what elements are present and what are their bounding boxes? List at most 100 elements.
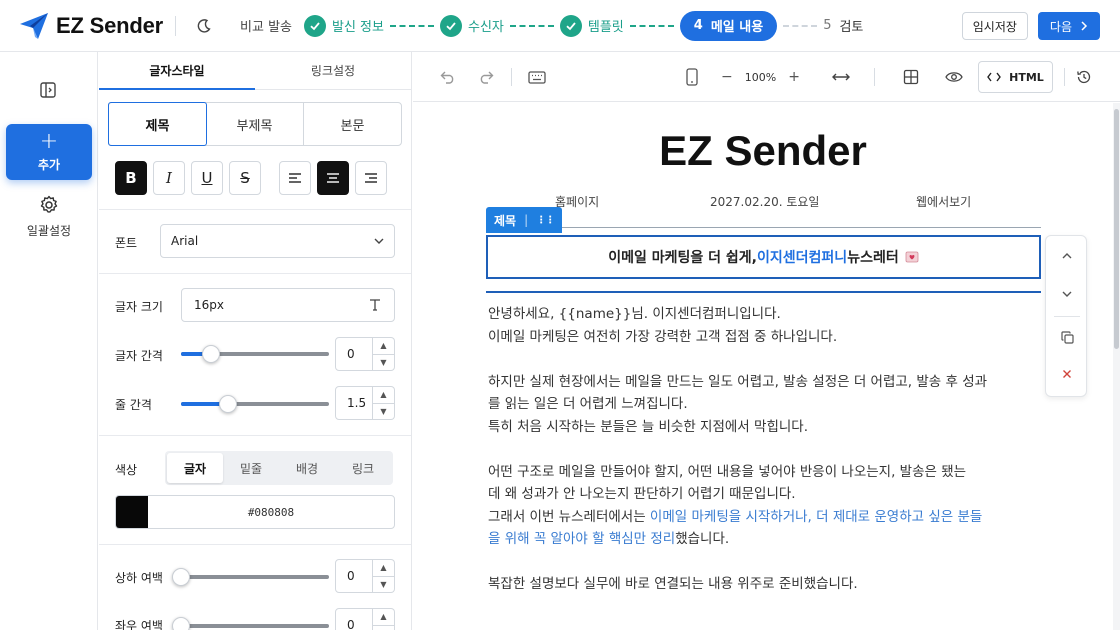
zoom-out-icon[interactable]: − [721,69,733,85]
html-view-button[interactable]: HTML [978,61,1053,93]
slider-handle[interactable] [201,345,220,363]
headline-block[interactable]: 이메일 마케팅을 더 쉽게, 이지센더컴퍼니 뉴스레터 [486,235,1041,279]
italic-button[interactable]: I [153,161,185,195]
stepper-value[interactable]: 0 [335,608,373,630]
bulk-settings-button[interactable]: 일괄설정 [0,194,98,239]
step-mail-content[interactable]: 4 메일 내용 [679,10,778,41]
step-review[interactable]: 5 검토 [823,16,863,35]
homepage-link[interactable]: 홈페이지 [555,193,599,210]
step-label: 메일 내용 [710,20,764,35]
slider-handle[interactable] [172,617,190,630]
divider [175,15,177,36]
align-right-icon [365,173,377,183]
tab-link-settings[interactable]: 링크설정 [255,52,411,89]
font-select[interactable]: Arial [160,224,395,258]
stepper-arrows: ▲ ▼ [373,386,395,420]
increment-icon[interactable]: ▲ [373,387,394,404]
stepper-value[interactable]: 0 [335,559,373,593]
email-title[interactable]: EZ Sender [413,127,1113,175]
undo-button[interactable] [437,66,459,88]
mobile-preview-button[interactable] [681,66,703,88]
line-height-stepper[interactable]: 1.5 ▲ ▼ [335,386,395,420]
close-icon [1063,370,1071,378]
zoom-in-icon[interactable]: + [788,69,800,85]
web-view-link[interactable]: 웹에서보기 [916,193,971,210]
step-template[interactable]: 템플릿 [559,14,624,37]
bulk-label: 일괄설정 [26,224,72,238]
next-button[interactable]: 다음 [1037,12,1100,40]
segment-body[interactable]: 본문 [304,103,401,145]
padding-horizontal-stepper[interactable]: 0 ▲ ▼ [335,608,395,630]
drag-handle-icon[interactable]: ⋮⋮ [536,215,555,226]
body-link[interactable]: 을 위해 꼭 알아야 할 핵심만 정리 [488,531,675,547]
align-right-button[interactable] [355,161,387,195]
line-height-slider[interactable] [181,395,329,413]
slider-handle[interactable] [172,568,190,586]
preview-button[interactable] [943,66,965,88]
color-swatch[interactable] [116,496,148,528]
style-panel: 글자스타일 링크설정 제목 부제목 본문 B I U S 폰트 Arial 글자… [99,52,412,630]
scrollbar-thumb[interactable] [1114,109,1119,349]
keyboard-shortcuts-button[interactable] [526,66,548,88]
padding-horizontal-slider[interactable] [172,617,329,630]
divider [511,68,512,86]
color-tab-text[interactable]: 글자 [167,453,223,483]
color-hex-value[interactable]: #080808 [148,506,394,519]
compare-send-link[interactable]: 비교 발송 [240,16,292,35]
redo-button[interactable] [475,66,497,88]
strikethrough-button[interactable]: S [229,161,261,195]
decrement-icon[interactable]: ▼ [373,355,394,371]
body-line: 어떤 구조로 메일을 만들어야 할지, 어떤 내용을 넣어야 반응이 나오는지,… [488,463,967,480]
step-recipients[interactable]: 수신자 [439,14,504,37]
align-center-icon [327,173,339,183]
padding-vertical-slider[interactable] [172,568,329,586]
increment-icon[interactable]: ▲ [373,338,394,355]
plus-icon: + [39,128,59,154]
stepper-value[interactable]: 0 [335,337,373,371]
add-block-button[interactable]: + 추가 [6,124,92,180]
move-up-button[interactable] [1046,244,1088,268]
zoom-control: − 100% + [721,66,800,88]
save-draft-button[interactable]: 임시저장 [961,12,1028,40]
tab-text-style[interactable]: 글자스타일 [99,52,255,90]
body-link[interactable]: 이메일 마케팅을 시작하거나, 더 제대로 운영하고 싶은 분들 [650,509,982,525]
body-text-block[interactable]: 안녕하세요, {{name}}님. 이지센더컴퍼니입니다. 이메일 마케팅은 여… [488,303,1048,596]
move-down-button[interactable] [1046,282,1088,306]
decrement-icon[interactable]: ▼ [373,626,394,630]
delete-button[interactable] [1046,362,1088,386]
segment-title[interactable]: 제목 [108,102,207,146]
letter-spacing-stepper[interactable]: 0 ▲ ▼ [335,337,395,371]
slider-handle[interactable] [219,395,238,413]
decrement-icon[interactable]: ▼ [373,404,394,420]
letter-spacing-slider[interactable] [181,345,329,363]
canvas-scrollbar[interactable] [1113,103,1120,630]
logo[interactable]: EZ Sender [18,10,163,42]
duplicate-button[interactable] [1046,325,1088,349]
dark-mode-toggle[interactable] [194,16,214,36]
divider [486,227,1041,228]
underline-button[interactable]: U [191,161,223,195]
color-picker[interactable]: #080808 [115,495,395,529]
bold-button[interactable]: B [115,161,147,195]
align-center-button[interactable] [317,161,349,195]
next-label: 다음 [1049,19,1072,34]
layout-grid-button[interactable] [900,66,922,88]
increment-icon[interactable]: ▲ [373,609,394,626]
step-sender-info[interactable]: 발신 정보 [304,14,384,37]
gear-icon [40,195,58,213]
step-label: 템플릿 [587,20,624,35]
color-tab-link[interactable]: 링크 [335,453,391,483]
block-tag-title[interactable]: 제목 | ⋮⋮ [486,207,563,233]
decrement-icon[interactable]: ▼ [373,577,394,593]
history-button[interactable] [1073,66,1095,88]
toggle-panel-button[interactable] [38,80,58,100]
color-tab-underline[interactable]: 밑줄 [223,453,279,483]
font-size-input[interactable]: 16px [181,288,395,322]
increment-icon[interactable]: ▲ [373,560,394,577]
color-tab-background[interactable]: 배경 [279,453,335,483]
padding-vertical-stepper[interactable]: 0 ▲ ▼ [335,559,395,593]
segment-subtitle[interactable]: 부제목 [206,103,304,145]
align-left-button[interactable] [279,161,311,195]
stepper-value[interactable]: 1.5 [335,386,373,420]
fit-width-button[interactable] [830,66,852,88]
